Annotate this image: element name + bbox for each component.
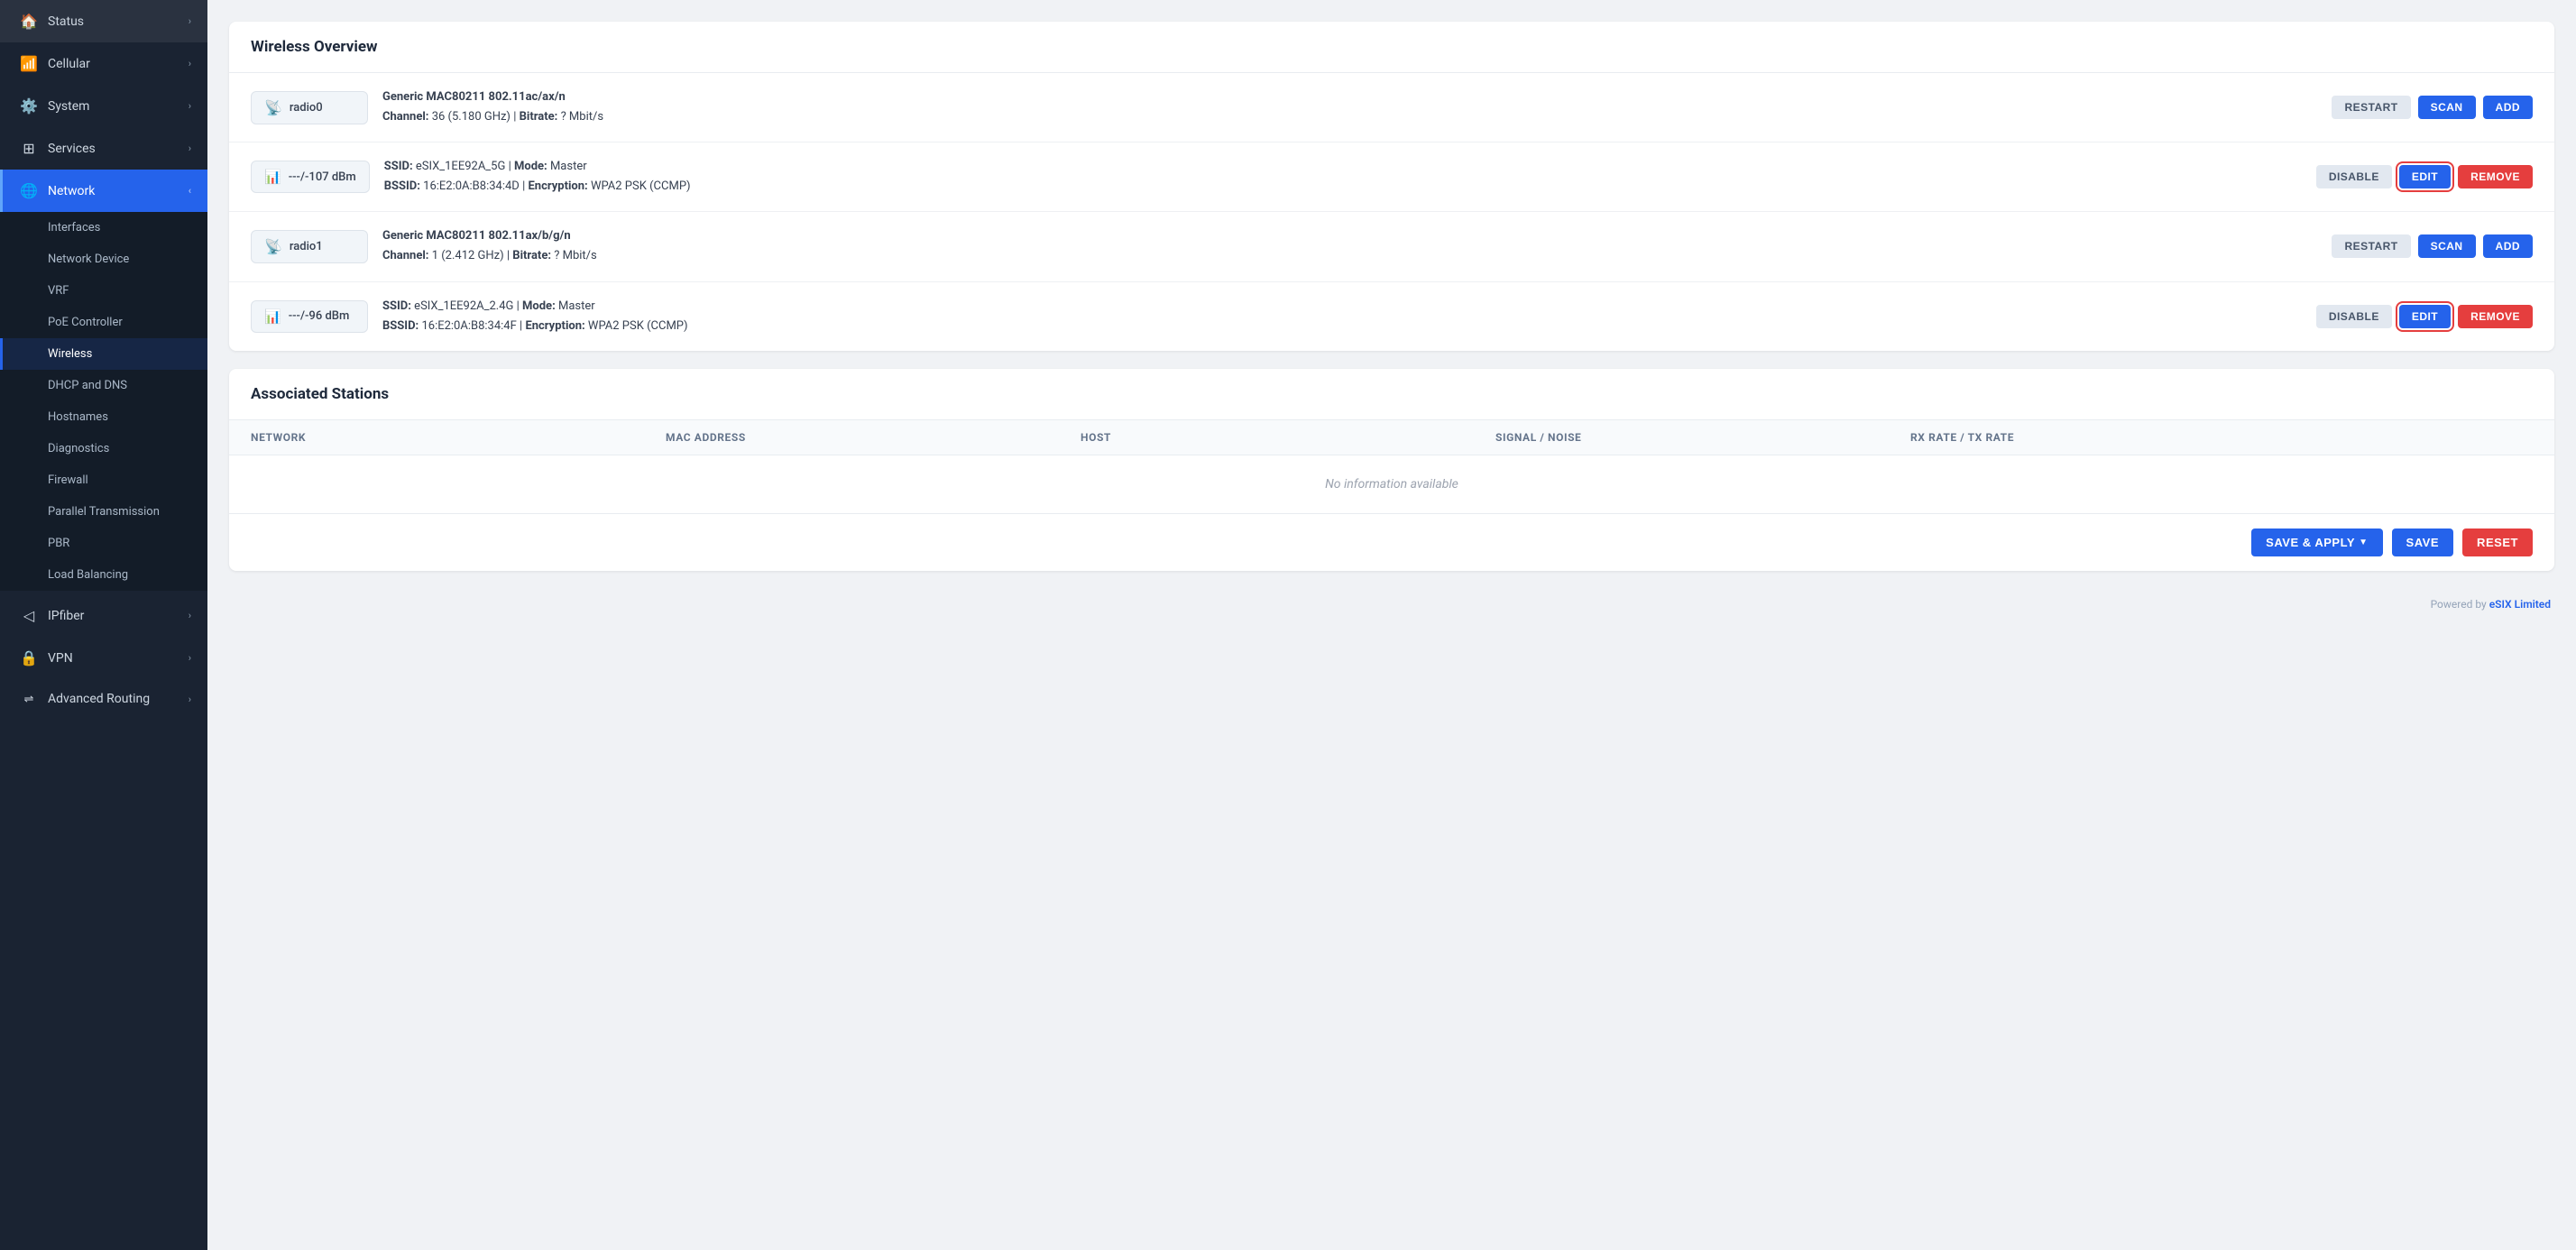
radio0-ssid-row: 📊 ---/-107 dBm SSID: eSIX_1EE92A_5G | Mo…	[229, 142, 2554, 212]
sidebar-item-system[interactable]: ⚙️ System ›	[0, 85, 207, 127]
sidebar: 🏠 Status › 📶 Cellular › ⚙️ System › ⊞ Se…	[0, 0, 207, 1250]
main-content: Wireless Overview 📡 radio0 Generic MAC80…	[207, 0, 2576, 1250]
gear-icon: ⚙️	[19, 97, 39, 115]
stations-table-header: Network MAC address Host Signal / Noise …	[229, 420, 2554, 455]
sidebar-item-pbr[interactable]: PBR	[0, 528, 207, 559]
radio0-info: Generic MAC80211 802.11ac/ax/n Channel: …	[382, 87, 2317, 127]
remove-button-radio1-ssid[interactable]: REMOVE	[2458, 305, 2533, 328]
restart-button-radio1[interactable]: RESTART	[2332, 234, 2410, 258]
add-button-radio0[interactable]: ADD	[2483, 96, 2533, 119]
restart-button-radio0[interactable]: RESTART	[2332, 96, 2410, 119]
sidebar-item-label: Network	[48, 184, 189, 198]
footer-actions: SAVE & APPLY ▼ SAVE RESET	[229, 513, 2554, 571]
sidebar-item-status[interactable]: 🏠 Status ›	[0, 0, 207, 42]
radio1-ssid-actions: DISABLE EDIT REMOVE	[2316, 305, 2533, 328]
chevron-right-icon: ›	[189, 142, 191, 154]
sidebar-item-label: Status	[48, 14, 189, 29]
wifi-icon: 📡	[264, 99, 282, 116]
sidebar-item-cellular[interactable]: 📶 Cellular ›	[0, 42, 207, 85]
network-submenu: Interfaces Network Device VRF PoE Contro…	[0, 212, 207, 591]
col-network: Network	[251, 431, 666, 444]
radio1-ssid-info: SSID: eSIX_1EE92A_2.4G | Mode: Master BS…	[382, 297, 2302, 336]
col-mac: MAC address	[666, 431, 1081, 444]
stations-empty-message: No information available	[229, 455, 2554, 513]
routing-icon: ⇌	[19, 693, 39, 706]
radio0-ssid-badge: 📊 ---/-107 dBm	[251, 161, 370, 193]
sidebar-item-load-balancing[interactable]: Load Balancing	[0, 559, 207, 591]
reset-button[interactable]: RESET	[2462, 528, 2533, 556]
ipfiber-icon: ◁	[19, 607, 39, 624]
col-host: Host	[1081, 431, 1495, 444]
sidebar-item-dhcp-dns[interactable]: DHCP and DNS	[0, 370, 207, 401]
radio1-badge: 📡 radio1	[251, 230, 368, 263]
home-icon: 🏠	[19, 13, 39, 30]
signal-icon: 📊	[264, 308, 281, 325]
sidebar-item-hostnames[interactable]: Hostnames	[0, 401, 207, 433]
chevron-right-icon: ›	[189, 15, 191, 27]
services-icon: ⊞	[19, 140, 39, 157]
signal-icon: 📊	[264, 169, 281, 185]
wireless-overview-card: Wireless Overview 📡 radio0 Generic MAC80…	[229, 22, 2554, 351]
sidebar-item-vrf[interactable]: VRF	[0, 275, 207, 307]
edit-button-radio1-ssid[interactable]: EDIT	[2399, 305, 2451, 328]
chevron-right-icon: ›	[189, 58, 191, 69]
save-apply-button[interactable]: SAVE & APPLY ▼	[2251, 528, 2382, 556]
radio0-ssid-info: SSID: eSIX_1EE92A_5G | Mode: Master BSSI…	[384, 157, 2302, 197]
sidebar-item-label: Cellular	[48, 57, 189, 71]
radio1-ssid-badge: 📊 ---/-96 dBm	[251, 300, 368, 333]
radio1-info: Generic MAC80211 802.11ax/b/g/n Channel:…	[382, 226, 2317, 266]
chevron-right-icon: ›	[189, 694, 191, 705]
sidebar-item-label: Services	[48, 142, 189, 156]
sidebar-item-label: System	[48, 99, 189, 114]
add-button-radio1[interactable]: ADD	[2483, 234, 2533, 258]
sidebar-item-poe-controller[interactable]: PoE Controller	[0, 307, 207, 338]
radio0-row: 📡 radio0 Generic MAC80211 802.11ac/ax/n …	[229, 73, 2554, 142]
sidebar-item-parallel-transmission[interactable]: Parallel Transmission	[0, 496, 207, 528]
scan-button-radio1[interactable]: SCAN	[2418, 234, 2476, 258]
chevron-right-icon: ›	[189, 100, 191, 112]
scan-button-radio0[interactable]: SCAN	[2418, 96, 2476, 119]
wireless-overview-title: Wireless Overview	[229, 22, 2554, 73]
sidebar-item-advanced-routing[interactable]: ⇌ Advanced Routing ›	[0, 679, 207, 719]
cellular-icon: 📶	[19, 55, 39, 72]
network-icon: 🌐	[19, 182, 39, 199]
remove-button-radio0-ssid[interactable]: REMOVE	[2458, 165, 2533, 188]
col-signal: Signal / Noise	[1495, 431, 1910, 444]
sidebar-item-vpn[interactable]: 🔒 VPN ›	[0, 637, 207, 679]
powered-by: Powered by eSIX Limited	[229, 589, 2554, 620]
radio1-ssid-row: 📊 ---/-96 dBm SSID: eSIX_1EE92A_2.4G | M…	[229, 282, 2554, 351]
radio0-actions: RESTART SCAN ADD	[2332, 96, 2533, 119]
radio0-badge: 📡 radio0	[251, 91, 368, 124]
sidebar-item-diagnostics[interactable]: Diagnostics	[0, 433, 207, 464]
radio1-row: 📡 radio1 Generic MAC80211 802.11ax/b/g/n…	[229, 212, 2554, 281]
disable-button-radio0-ssid[interactable]: DISABLE	[2316, 165, 2392, 188]
dropdown-arrow-icon: ▼	[2359, 538, 2368, 547]
col-rate: RX Rate / TX Rate	[1910, 431, 2533, 444]
sidebar-item-wireless[interactable]: Wireless	[0, 338, 207, 370]
associated-stations-title: Associated Stations	[229, 369, 2554, 420]
sidebar-item-network[interactable]: 🌐 Network ‹	[0, 170, 207, 212]
chevron-right-icon: ›	[189, 610, 191, 621]
sidebar-item-network-device[interactable]: Network Device	[0, 244, 207, 275]
sidebar-item-interfaces[interactable]: Interfaces	[0, 212, 207, 244]
associated-stations-card: Associated Stations Network MAC address …	[229, 369, 2554, 571]
chevron-down-icon: ‹	[189, 185, 191, 197]
edit-button-radio0-ssid[interactable]: EDIT	[2399, 165, 2451, 188]
wifi-icon: 📡	[264, 238, 282, 255]
save-button[interactable]: SAVE	[2392, 528, 2454, 556]
lock-icon: 🔒	[19, 649, 39, 666]
radio0-ssid-actions: DISABLE EDIT REMOVE	[2316, 165, 2533, 188]
chevron-right-icon: ›	[189, 652, 191, 664]
brand-link[interactable]: eSIX Limited	[2489, 598, 2551, 611]
disable-button-radio1-ssid[interactable]: DISABLE	[2316, 305, 2392, 328]
sidebar-item-ipfiber[interactable]: ◁ IPfiber ›	[0, 594, 207, 637]
sidebar-item-services[interactable]: ⊞ Services ›	[0, 127, 207, 170]
sidebar-item-firewall[interactable]: Firewall	[0, 464, 207, 496]
radio1-actions: RESTART SCAN ADD	[2332, 234, 2533, 258]
